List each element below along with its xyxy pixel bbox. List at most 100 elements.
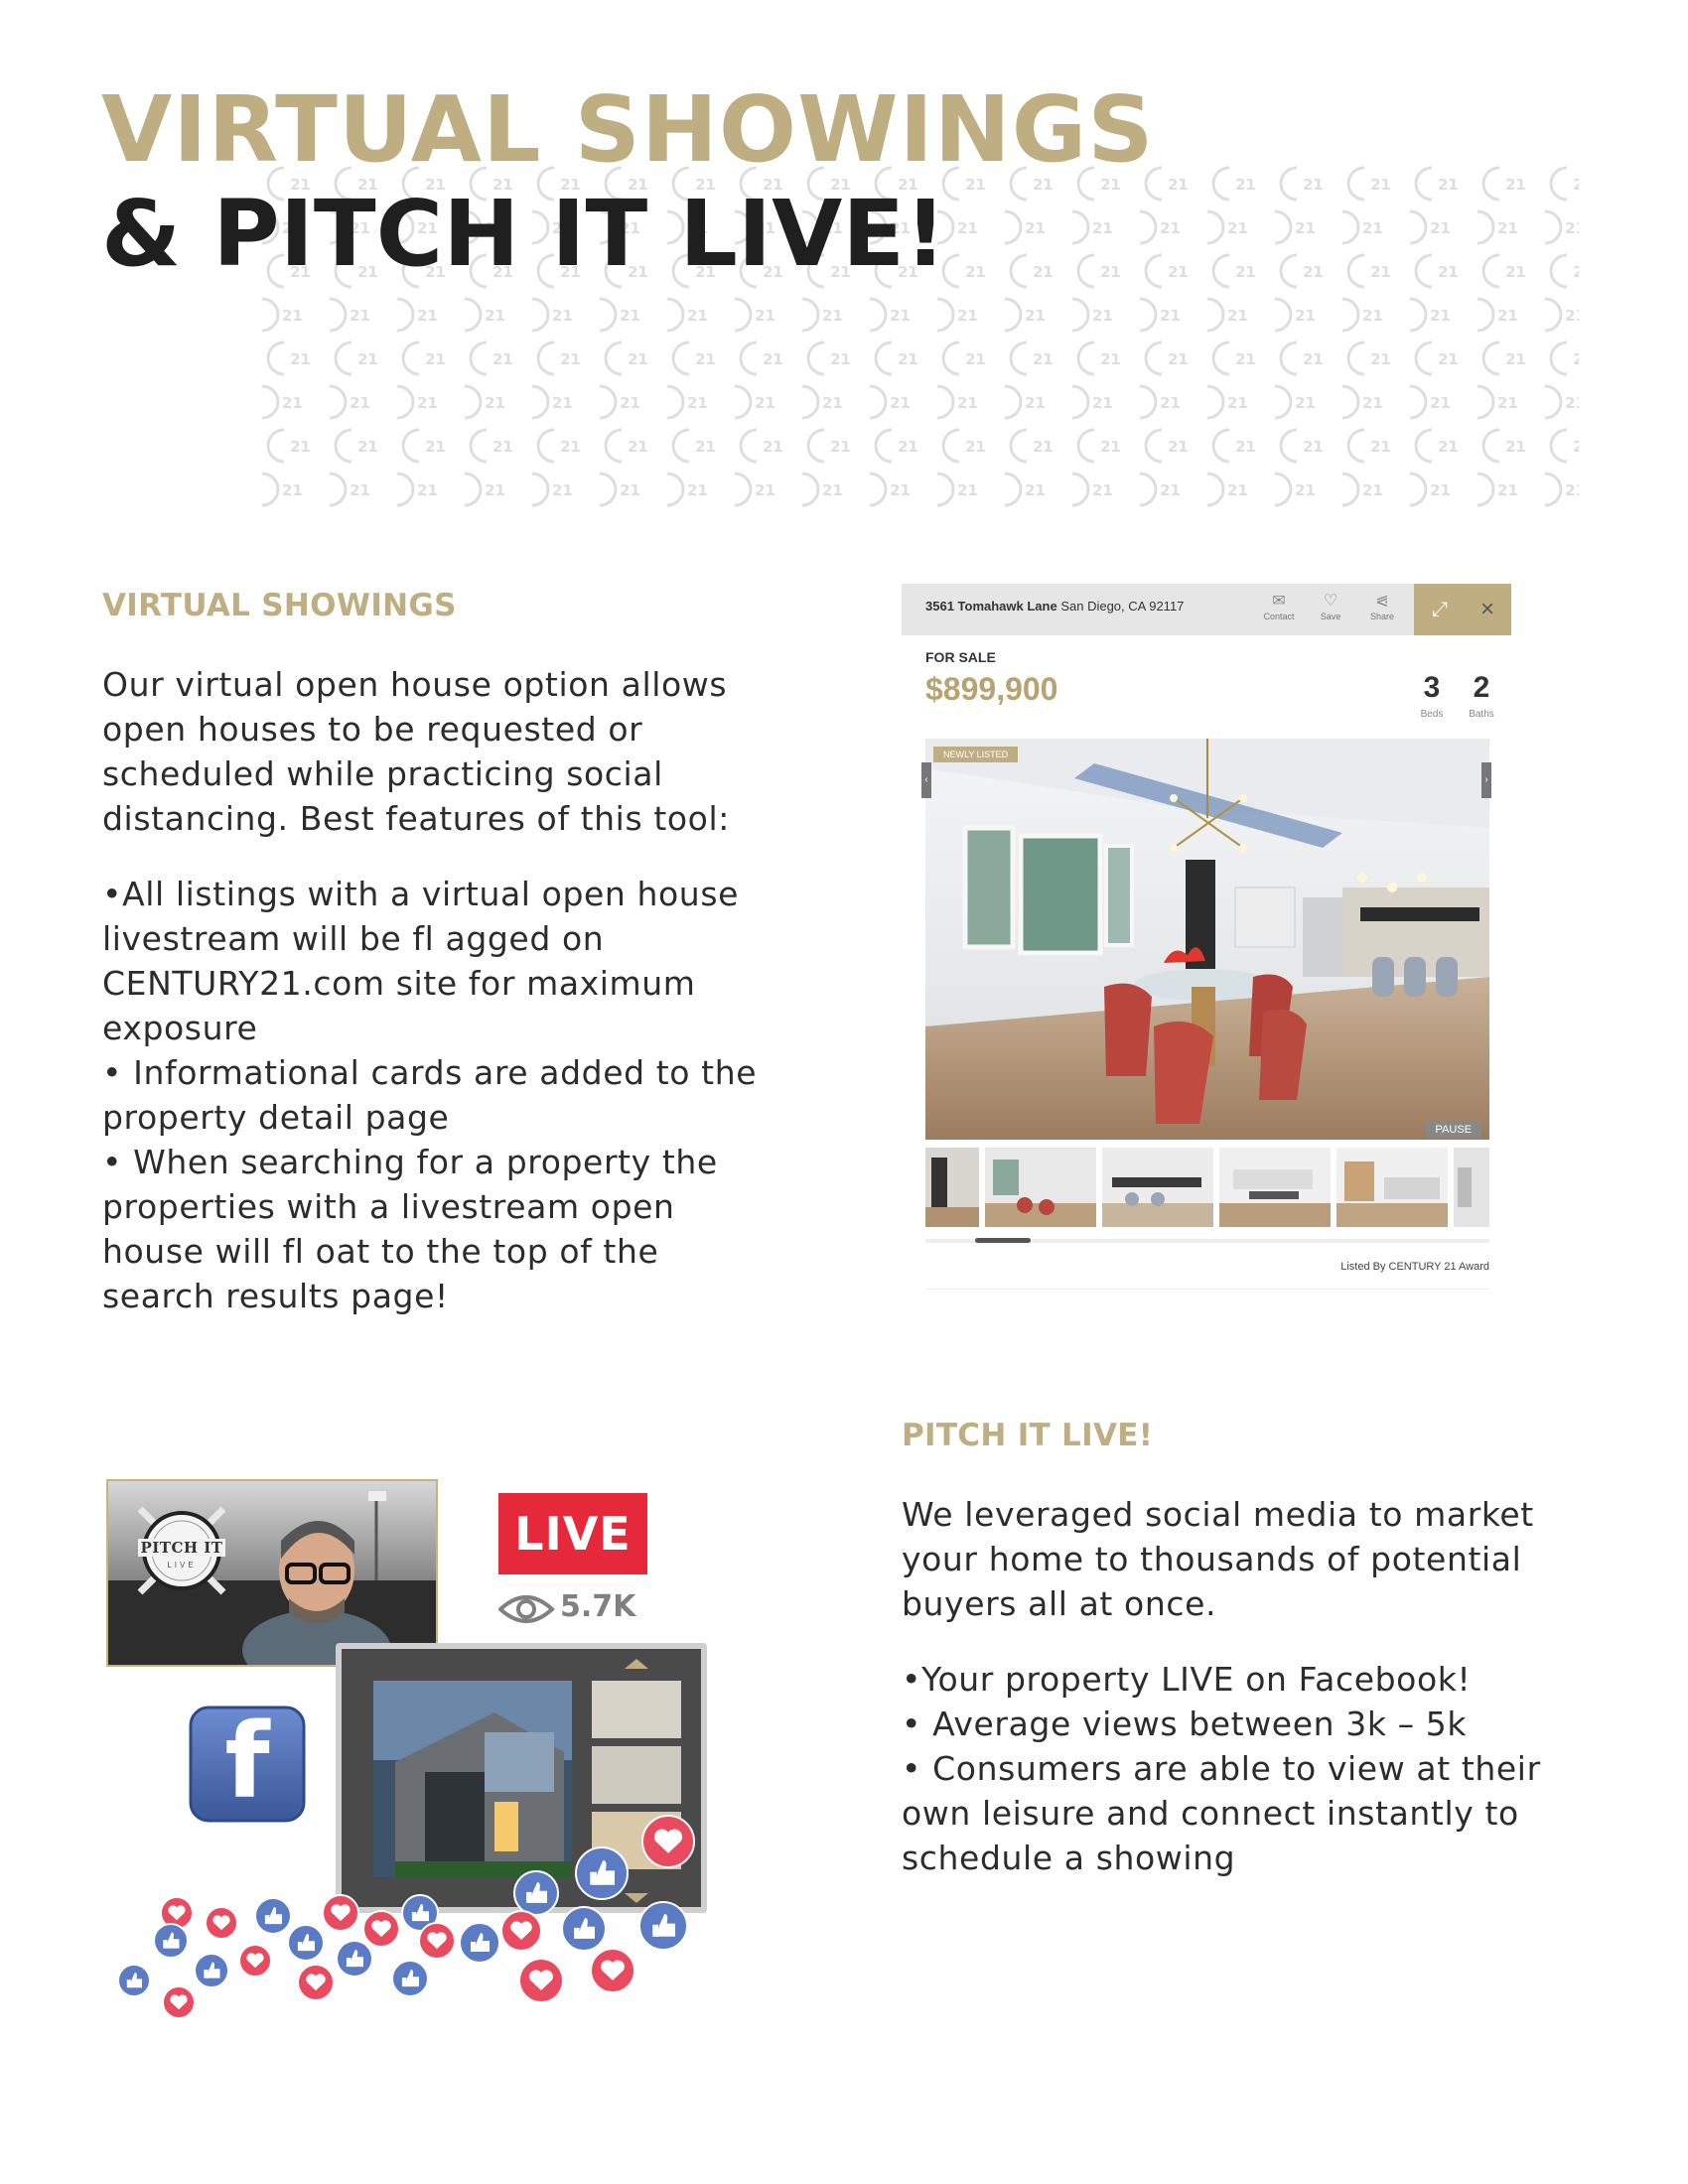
prev-photo-icon[interactable]: ‹ bbox=[921, 762, 931, 798]
svg-text:21: 21 bbox=[822, 394, 843, 412]
bullet-line: own leisure and connect instantly to bbox=[902, 1794, 1519, 1833]
svg-text:21: 21 bbox=[687, 307, 708, 325]
svg-text:21: 21 bbox=[763, 350, 783, 368]
svg-text:21: 21 bbox=[1565, 219, 1579, 237]
views-count: 5.7K bbox=[560, 1589, 636, 1624]
expand-icon[interactable]: ⤢ bbox=[1420, 595, 1460, 624]
svg-text:21: 21 bbox=[898, 350, 918, 368]
svg-text:21: 21 bbox=[1430, 394, 1451, 412]
intro-line: your home to thousands of potential bbox=[902, 1540, 1522, 1578]
scrollbar-thumb[interactable] bbox=[975, 1238, 1031, 1243]
intro-line: scheduled while practicing social bbox=[102, 754, 663, 793]
svg-text:21: 21 bbox=[1025, 394, 1046, 412]
mail-icon: ✉ bbox=[1272, 593, 1286, 610]
svg-text:21: 21 bbox=[1295, 394, 1316, 412]
svg-text:21: 21 bbox=[560, 350, 581, 368]
svg-text:21: 21 bbox=[890, 307, 911, 325]
svg-text:21: 21 bbox=[1430, 219, 1451, 237]
svg-text:21: 21 bbox=[1370, 438, 1391, 456]
page-title-line2: & PITCH IT LIVE! bbox=[101, 181, 947, 287]
svg-text:21: 21 bbox=[425, 438, 446, 456]
close-icon[interactable]: × bbox=[1468, 595, 1507, 624]
svg-text:21: 21 bbox=[290, 438, 311, 456]
listing-address: 3561 Tomahawk Lane San Diego, CA 92117 bbox=[925, 599, 1185, 614]
svg-text:21: 21 bbox=[830, 350, 851, 368]
svg-text:21: 21 bbox=[1573, 438, 1579, 456]
svg-text:21: 21 bbox=[1033, 438, 1054, 456]
pitch-it-live-heading: PITCH IT LIVE! bbox=[902, 1418, 1154, 1453]
svg-text:21: 21 bbox=[290, 350, 311, 368]
heart-icon bbox=[297, 1964, 335, 2001]
svg-text:21: 21 bbox=[1565, 394, 1579, 412]
photo-thumbnail[interactable] bbox=[1219, 1148, 1331, 1227]
next-photo-icon[interactable]: › bbox=[1481, 762, 1491, 798]
like-icon bbox=[391, 1960, 429, 1997]
bullet-line: properties with a livestream open bbox=[102, 1187, 675, 1226]
intro-line: We leveraged social media to market bbox=[902, 1495, 1534, 1534]
svg-text:21: 21 bbox=[350, 481, 370, 499]
svg-text:21: 21 bbox=[1025, 219, 1046, 237]
svg-text:21: 21 bbox=[628, 438, 648, 456]
svg-text:21: 21 bbox=[628, 350, 648, 368]
svg-text:21: 21 bbox=[1235, 350, 1256, 368]
svg-text:21: 21 bbox=[1160, 394, 1181, 412]
share-button[interactable]: ⪗ Share bbox=[1358, 592, 1406, 621]
thumbnail-scrollbar[interactable] bbox=[925, 1238, 1489, 1243]
bullet-line: • Average views between 3k – 5k bbox=[902, 1705, 1468, 1743]
svg-text:21: 21 bbox=[1168, 263, 1189, 281]
svg-text:21: 21 bbox=[552, 307, 573, 325]
photo-thumbnail[interactable] bbox=[1454, 1148, 1489, 1227]
heart-icon bbox=[362, 1910, 400, 1948]
svg-text:21: 21 bbox=[763, 438, 783, 456]
heart-icon bbox=[238, 1944, 272, 1978]
svg-text:21: 21 bbox=[1100, 350, 1121, 368]
live-badge: LIVE bbox=[498, 1493, 647, 1574]
svg-text:21: 21 bbox=[425, 350, 446, 368]
svg-text:21: 21 bbox=[1497, 394, 1518, 412]
bullet-line: search results page! bbox=[102, 1277, 449, 1315]
listing-photo[interactable]: NEWLY LISTED PAUSE bbox=[925, 739, 1489, 1140]
svg-text:21: 21 bbox=[1497, 219, 1518, 237]
photo-thumbnail[interactable] bbox=[1336, 1148, 1448, 1227]
intro-line: Our virtual open house option allows bbox=[102, 665, 728, 704]
svg-text:21: 21 bbox=[687, 394, 708, 412]
bullet-line: •Your property LIVE on Facebook! bbox=[902, 1660, 1472, 1699]
svg-text:21: 21 bbox=[1505, 350, 1526, 368]
svg-text:21: 21 bbox=[695, 438, 716, 456]
svg-text:21: 21 bbox=[965, 263, 986, 281]
listing-price: $899,900 bbox=[925, 671, 1058, 707]
svg-text:21: 21 bbox=[357, 350, 378, 368]
svg-text:21: 21 bbox=[1362, 394, 1383, 412]
newly-listed-badge: NEWLY LISTED bbox=[933, 747, 1019, 762]
svg-text:21: 21 bbox=[1430, 481, 1451, 499]
pitch-it-live-body: We leveraged social media to market your… bbox=[902, 1492, 1541, 1880]
svg-text:21: 21 bbox=[1227, 219, 1248, 237]
bullet-line: house will fl oat to the top of the bbox=[102, 1232, 659, 1271]
svg-text:21: 21 bbox=[1497, 307, 1518, 325]
svg-text:21: 21 bbox=[1092, 219, 1113, 237]
like-icon bbox=[194, 1953, 229, 1988]
photo-thumbnail[interactable] bbox=[1102, 1148, 1213, 1227]
listing-top-bar: 3561 Tomahawk Lane San Diego, CA 92117 ✉… bbox=[902, 584, 1511, 635]
heart-icon bbox=[418, 1922, 456, 1960]
photo-thumbnail[interactable] bbox=[925, 1148, 979, 1227]
pause-button[interactable]: PAUSE bbox=[1425, 1122, 1481, 1138]
svg-text:21: 21 bbox=[965, 350, 986, 368]
svg-text:21: 21 bbox=[1235, 263, 1256, 281]
svg-text:21: 21 bbox=[965, 438, 986, 456]
heart-icon bbox=[162, 1985, 196, 2019]
svg-text:21: 21 bbox=[1235, 176, 1256, 194]
bullet-line: • Informational cards are added to the bbox=[102, 1053, 758, 1092]
photo-thumbnail[interactable] bbox=[985, 1148, 1096, 1227]
save-button[interactable]: ♡ Save bbox=[1307, 592, 1354, 621]
social-reactions-cluster bbox=[117, 1815, 695, 2019]
svg-text:21: 21 bbox=[695, 350, 716, 368]
svg-text:21: 21 bbox=[1438, 263, 1459, 281]
svg-text:21: 21 bbox=[898, 438, 918, 456]
svg-text:21: 21 bbox=[552, 394, 573, 412]
svg-text:21: 21 bbox=[350, 307, 370, 325]
dining-room-photo bbox=[925, 739, 1489, 1140]
svg-text:21: 21 bbox=[1100, 263, 1121, 281]
contact-button[interactable]: ✉ Contact bbox=[1255, 592, 1303, 621]
svg-text:21: 21 bbox=[1160, 219, 1181, 237]
